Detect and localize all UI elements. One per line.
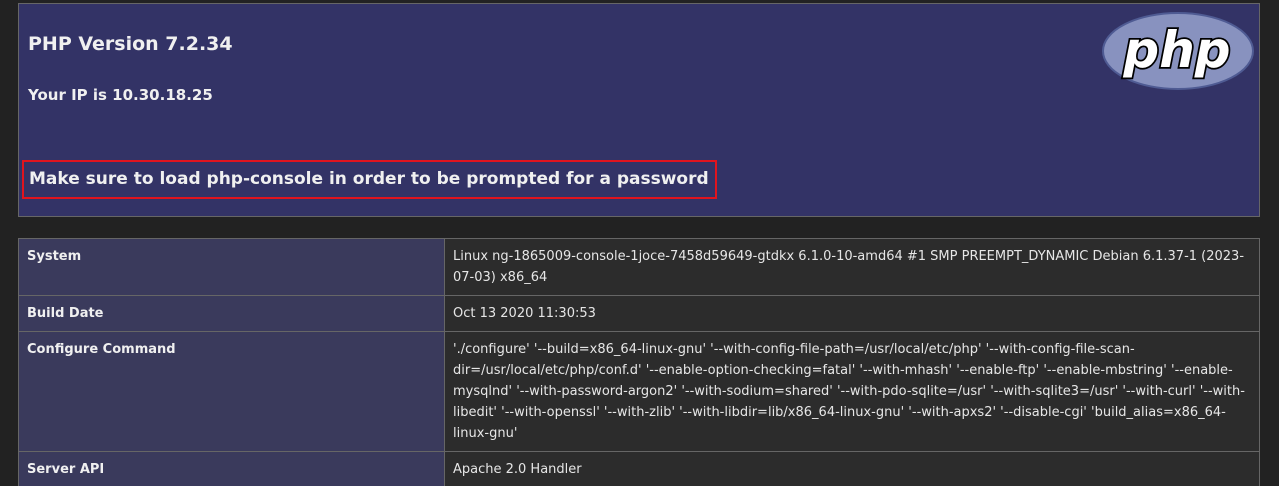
page-title: PHP Version 7.2.34 bbox=[28, 33, 233, 55]
phpinfo-header: PHP Version 7.2.34 Your IP is 10.30.18.2… bbox=[18, 3, 1260, 217]
row-value-build-date: Oct 13 2020 11:30:53 bbox=[444, 295, 1260, 332]
phpinfo-page: PHP Version 7.2.34 Your IP is 10.30.18.2… bbox=[0, 0, 1279, 486]
row-value-configure-command: './configure' '--build=x86_64-linux-gnu'… bbox=[444, 331, 1260, 452]
client-ip-text: Your IP is 10.30.18.25 bbox=[28, 86, 213, 104]
table-row: System Linux ng-1865009-console-1joce-74… bbox=[18, 238, 1260, 296]
php-logo-text: php bbox=[1122, 21, 1230, 79]
row-value-system: Linux ng-1865009-console-1joce-7458d5964… bbox=[444, 238, 1260, 296]
php-logo[interactable]: php bbox=[1101, 11, 1255, 91]
row-value-server-api: Apache 2.0 Handler bbox=[444, 451, 1260, 486]
table-row: Configure Command './configure' '--build… bbox=[18, 331, 1260, 452]
row-key-system: System bbox=[18, 238, 445, 296]
table-row: Build Date Oct 13 2020 11:30:53 bbox=[18, 295, 1260, 332]
system-info-table: System Linux ng-1865009-console-1joce-74… bbox=[18, 238, 1260, 486]
password-warning-callout: Make sure to load php-console in order t… bbox=[22, 160, 717, 199]
row-key-build-date: Build Date bbox=[18, 295, 445, 332]
row-key-server-api: Server API bbox=[18, 451, 445, 486]
table-row: Server API Apache 2.0 Handler bbox=[18, 451, 1260, 486]
row-key-configure-command: Configure Command bbox=[18, 331, 445, 452]
